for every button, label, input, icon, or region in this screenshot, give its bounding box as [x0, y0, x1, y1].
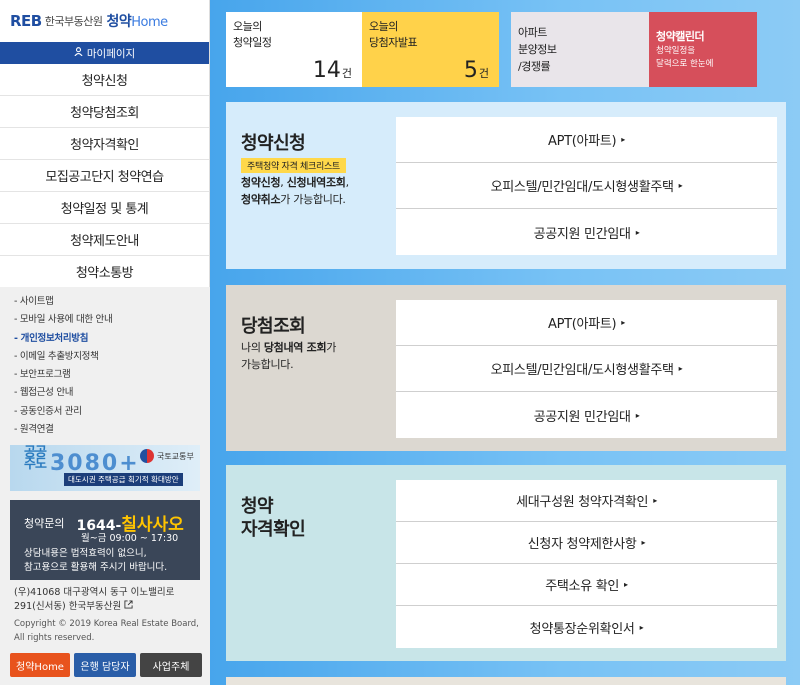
schedule-count: 14건: [312, 58, 352, 83]
inquiry-note: 상담내용은 법적효력이 없으니, 참고용으로 활용해 주시기 바랍니다.: [24, 548, 168, 573]
eligibility-links: 세대구성원 청약자격확인 ▸ 신청자 청약제한사항 ▸ 주택소유 확인 ▸ 청약통장순…: [396, 480, 777, 648]
sub-link-sitemap[interactable]: - 사이트맵: [14, 293, 210, 311]
logo-org-name: 한국부동산원: [44, 15, 103, 28]
result-officetel-link[interactable]: 오피스텔/민간임대/도시형생활주택 ▸: [396, 346, 777, 392]
ministry-emblem-icon: [140, 449, 154, 463]
housing-supply-banner[interactable]: 공공 주도 3080+ 국토교통부 대도시권 주택공급 획기적 확대방안: [10, 445, 200, 491]
arrow-right-icon: ▸: [621, 318, 626, 327]
nav-item-eligibility[interactable]: 청약자격확인: [0, 128, 209, 160]
business-entity-button[interactable]: 사업주체: [140, 653, 202, 677]
bank-staff-button[interactable]: 은행 담당자: [74, 653, 136, 677]
winners-count: 5건: [463, 58, 489, 83]
sub-link-list: - 사이트맵 - 모바일 사용에 대한 안내 - 개인정보처리방침 - 이메일 …: [0, 287, 210, 439]
sidebar: REB 한국부동산원 청약Home 마이페이지 청약신청 청약당첨조회 청약자격…: [0, 0, 210, 685]
inquiry-label: 청약문의: [24, 516, 65, 530]
reb-logo-mark: REB: [10, 12, 42, 30]
calendar-title: 청약캘린더: [656, 30, 705, 43]
home-button[interactable]: 청약Home: [10, 653, 70, 677]
logo-brand-home: Home: [131, 15, 168, 30]
address: (우)41068 대구광역시 동구 이노밸리로 291(신서동) 한국부동산원: [14, 587, 175, 612]
apply-apt-link[interactable]: APT(아파트) ▸: [396, 117, 777, 163]
logo-brand-text: 청약: [106, 14, 132, 30]
sub-link-certificate[interactable]: - 공동인증서 관리: [14, 403, 210, 421]
sub-link-accessibility[interactable]: - 웹접근성 안내: [14, 384, 210, 402]
section-title: 당첨조회: [241, 316, 306, 337]
nav-item-schedule-stats[interactable]: 청약일정 및 통계: [0, 192, 209, 224]
mypage-button[interactable]: 마이페이지: [0, 42, 209, 64]
nav-item-community[interactable]: 청약소통방: [0, 256, 209, 288]
calendar-desc: 청약일정을 달력으로 한눈에: [656, 46, 714, 69]
nav-item-system-guide[interactable]: 청약제도안내: [0, 224, 209, 256]
result-apt-link[interactable]: APT(아파트) ▸: [396, 300, 777, 346]
arrow-right-icon: ▸: [678, 181, 683, 190]
section-title: 청약 자격확인: [241, 496, 306, 540]
arrow-right-icon: ▸: [653, 496, 657, 505]
nav-item-apply[interactable]: 청약신청: [0, 64, 209, 96]
inquiry-banner: 청약문의 1644-칠사사오 월~금 09:00 ~ 17:30 상담내용은 법…: [10, 500, 200, 580]
sub-link-privacy[interactable]: - 개인정보처리방침: [14, 330, 210, 348]
mypage-label: 마이페이지: [86, 47, 136, 60]
site-logo[interactable]: REB 한국부동산원 청약Home: [0, 0, 209, 42]
apply-section: 청약신청 주택청약 자격 체크리스트 청약신청, 신청내역조회, 청약취소가 가능…: [226, 102, 786, 269]
apply-public-rental-link[interactable]: 공공지원 민간임대 ▸: [396, 209, 777, 255]
arrow-right-icon: ▸: [621, 135, 626, 144]
main-content: 오늘의 청약일정 14건 오늘의 당첨자발표 5건 아파트 분양정보/경쟁률 청약캘린…: [210, 0, 800, 685]
nav-item-practice[interactable]: 모집공고단지 청약연습: [0, 160, 209, 192]
result-section: 당첨조회 나의 당첨내역 조회가 가능합니다. APT(아파트) ▸ 오피스텔/민간…: [226, 285, 786, 451]
sidebar-sub-area: - 사이트맵 - 모바일 사용에 대한 안내 - 개인정보처리방침 - 이메일 …: [0, 287, 210, 685]
banner-title: 공공 주도: [24, 445, 47, 472]
sub-link-mobile[interactable]: - 모바일 사용에 대한 안내: [14, 311, 210, 329]
sub-link-email-policy[interactable]: - 이메일 추출방지정책: [14, 348, 210, 366]
arrow-right-icon: ▸: [624, 580, 628, 589]
external-link-icon[interactable]: [124, 600, 133, 612]
sub-link-remote[interactable]: - 원격연결: [14, 421, 210, 439]
banner-caption: 대도시권 주택공급 획기적 확대방안: [64, 473, 183, 486]
eligibility-section: 청약 자격확인 세대구성원 청약자격확인 ▸ 신청자 청약제한사항 ▸ 주택소유 확인…: [226, 465, 786, 661]
arrow-right-icon: ▸: [635, 410, 640, 420]
today-schedule-tile[interactable]: 오늘의 청약일정 14건: [226, 12, 362, 87]
inquiry-hours: 월~금 09:00 ~ 17:30: [81, 533, 179, 544]
next-section: [226, 677, 786, 685]
sub-link-security[interactable]: - 보안프로그램: [14, 366, 210, 384]
result-public-rental-link[interactable]: 공공지원 민간임대 ▸: [396, 392, 777, 438]
apt-info-tile[interactable]: 아파트 분양정보/경쟁률: [511, 12, 649, 87]
logo-brand: 청약Home: [106, 11, 168, 31]
section-title: 청약신청: [241, 133, 306, 154]
today-winners-tile[interactable]: 오늘의 당첨자발표 5건: [362, 12, 499, 87]
household-eligibility-link[interactable]: 세대구성원 청약자격확인 ▸: [396, 480, 777, 522]
arrow-right-icon: ▸: [678, 364, 683, 373]
applicant-restriction-link[interactable]: 신청자 청약제한사항 ▸: [396, 522, 777, 564]
arrow-right-icon: ▸: [639, 622, 644, 632]
apply-officetel-link[interactable]: 오피스텔/민간임대/도시형생활주택 ▸: [396, 163, 777, 209]
nav-item-result[interactable]: 청약당첨조회: [0, 96, 209, 128]
footer-buttons: 청약Home 은행 담당자 사업주체: [10, 653, 202, 677]
calendar-tile[interactable]: 청약캘린더 청약일정을 달력으로 한눈에: [649, 12, 757, 87]
section-description: 나의 당첨내역 조회가 가능합니다.: [241, 341, 337, 371]
copyright: Copyright © 2019 Korea Real Estate Board…: [14, 619, 199, 643]
ministry-logo: 국토교통부: [140, 449, 194, 463]
account-rank-certificate-link[interactable]: 청약통장순위확인서 ▸: [396, 606, 777, 648]
checklist-badge[interactable]: 주택청약 자격 체크리스트: [241, 158, 346, 173]
arrow-right-icon: ▸: [635, 227, 640, 237]
result-links: APT(아파트) ▸ 오피스텔/민간임대/도시형생활주택 ▸ 공공지원 민간임대 ▸: [396, 300, 777, 438]
arrow-right-icon: ▸: [641, 538, 646, 547]
apply-links: APT(아파트) ▸ 오피스텔/민간임대/도시형생활주택 ▸ 공공지원 민간임대 ▸: [396, 117, 777, 255]
house-ownership-link[interactable]: 주택소유 확인 ▸: [396, 564, 777, 606]
user-icon: [74, 47, 83, 59]
section-description: 청약신청, 신청내역조회, 청약취소가 가능합니다.: [241, 176, 349, 206]
